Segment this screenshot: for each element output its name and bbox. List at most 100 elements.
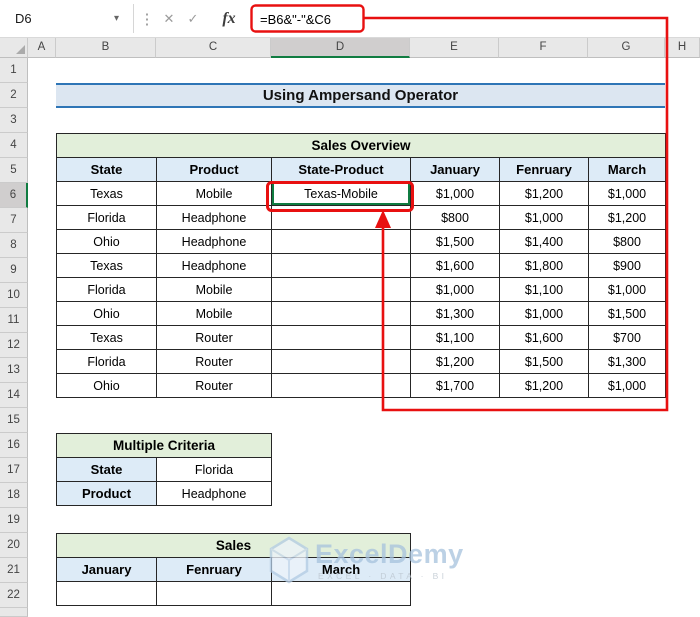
cell-c6[interactable]: Mobile: [156, 181, 272, 206]
cell-e11[interactable]: $1,300: [410, 301, 500, 326]
row-header-16[interactable]: 16: [0, 433, 28, 458]
header-january[interactable]: January: [410, 157, 500, 182]
header-state[interactable]: State: [56, 157, 157, 182]
row-header-9[interactable]: 9: [0, 258, 28, 283]
sales-header-january[interactable]: January: [56, 557, 157, 582]
name-box[interactable]: D6 ▾: [6, 5, 128, 32]
criteria-title[interactable]: Multiple Criteria: [55, 433, 273, 458]
cell-g8[interactable]: $800: [587, 229, 667, 254]
row-header-21[interactable]: 21: [0, 558, 28, 583]
cell-f8[interactable]: $1,400: [499, 229, 589, 254]
cell-f7[interactable]: $1,000: [499, 205, 589, 230]
row-header-5[interactable]: 5: [0, 158, 28, 183]
cell-e7[interactable]: $800: [410, 205, 500, 230]
cell-c9[interactable]: Headphone: [156, 253, 272, 278]
cell-d10[interactable]: [271, 277, 411, 302]
select-all-corner[interactable]: [0, 38, 28, 58]
cell-b12[interactable]: Texas: [56, 325, 157, 350]
cell-g6[interactable]: $1,000: [587, 181, 667, 206]
cell-f6[interactable]: $1,200: [499, 181, 589, 206]
header-march[interactable]: March: [587, 157, 667, 182]
cell-d8[interactable]: [271, 229, 411, 254]
cell-g9[interactable]: $900: [587, 253, 667, 278]
cell-d14[interactable]: [271, 373, 411, 398]
formula-input[interactable]: =B6&"-"&C6: [260, 0, 331, 38]
cell-b9[interactable]: Texas: [56, 253, 157, 278]
cell-g12[interactable]: $700: [587, 325, 667, 350]
cell-b13[interactable]: Florida: [56, 349, 157, 374]
cell-b7[interactable]: Florida: [56, 205, 157, 230]
column-header-f[interactable]: F: [499, 38, 588, 58]
cell-c7[interactable]: Headphone: [156, 205, 272, 230]
criteria-product-value[interactable]: Headphone: [155, 481, 273, 506]
criteria-state-value[interactable]: Florida: [155, 457, 273, 482]
cell-g11[interactable]: $1,500: [587, 301, 667, 326]
row-header-8[interactable]: 8: [0, 233, 28, 258]
column-header-g[interactable]: G: [588, 38, 665, 58]
row-header-18[interactable]: 18: [0, 483, 28, 508]
cancel-icon[interactable]: ✕: [158, 0, 180, 38]
column-header-d[interactable]: D: [271, 38, 410, 58]
cell-c22[interactable]: [156, 581, 272, 606]
criteria-state-label[interactable]: State: [56, 457, 157, 482]
row-header-partial[interactable]: [0, 608, 28, 617]
row-header-13[interactable]: 13: [0, 358, 28, 383]
row-header-11[interactable]: 11: [0, 308, 28, 333]
cell-f12[interactable]: $1,600: [499, 325, 589, 350]
cell-e9[interactable]: $1,600: [410, 253, 500, 278]
cell-g10[interactable]: $1,000: [587, 277, 667, 302]
table-title[interactable]: Sales Overview: [55, 133, 667, 158]
cell-e13[interactable]: $1,200: [410, 349, 500, 374]
row-header-7[interactable]: 7: [0, 208, 28, 233]
cell-g14[interactable]: $1,000: [587, 373, 667, 398]
insert-function-icon[interactable]: fx: [214, 0, 244, 38]
cell-g7[interactable]: $1,200: [587, 205, 667, 230]
cell-d12[interactable]: [271, 325, 411, 350]
row-header-10[interactable]: 10: [0, 283, 28, 308]
sales-header-march[interactable]: March: [270, 557, 412, 582]
row-header-12[interactable]: 12: [0, 333, 28, 358]
cell-c13[interactable]: Router: [156, 349, 272, 374]
cell-f14[interactable]: $1,200: [499, 373, 589, 398]
cell-e14[interactable]: $1,700: [410, 373, 500, 398]
cell-d22[interactable]: [270, 581, 412, 606]
row-header-2[interactable]: 2: [0, 83, 28, 108]
cell-f9[interactable]: $1,800: [499, 253, 589, 278]
worksheet-title[interactable]: Using Ampersand Operator: [56, 83, 665, 108]
column-header-a[interactable]: A: [28, 38, 56, 58]
header-state-product[interactable]: State-Product: [271, 157, 411, 182]
cell-d13[interactable]: [271, 349, 411, 374]
row-header-3[interactable]: 3: [0, 108, 28, 133]
cell-f10[interactable]: $1,100: [499, 277, 589, 302]
cell-c8[interactable]: Headphone: [156, 229, 272, 254]
cell-e6[interactable]: $1,000: [410, 181, 500, 206]
cell-e10[interactable]: $1,000: [410, 277, 500, 302]
cell-d11[interactable]: [271, 301, 411, 326]
row-header-17[interactable]: 17: [0, 458, 28, 483]
cell-d9[interactable]: [271, 253, 411, 278]
cell-d7[interactable]: [271, 205, 411, 230]
cell-f13[interactable]: $1,500: [499, 349, 589, 374]
column-header-h[interactable]: H: [665, 38, 700, 58]
row-header-20[interactable]: 20: [0, 533, 28, 558]
cell-f11[interactable]: $1,000: [499, 301, 589, 326]
sales-header-fenruary[interactable]: Fenruary: [156, 557, 272, 582]
row-header-4[interactable]: 4: [0, 133, 28, 158]
row-header-22[interactable]: 22: [0, 583, 28, 608]
cell-c14[interactable]: Router: [156, 373, 272, 398]
row-header-1[interactable]: 1: [0, 58, 28, 83]
more-vertical-icon[interactable]: ⋮: [136, 0, 158, 38]
row-header-14[interactable]: 14: [0, 383, 28, 408]
cell-d6-active[interactable]: Texas-Mobile: [271, 181, 411, 206]
sales-title[interactable]: Sales: [55, 533, 412, 558]
cell-c10[interactable]: Mobile: [156, 277, 272, 302]
row-header-19[interactable]: 19: [0, 508, 28, 533]
column-header-c[interactable]: C: [156, 38, 271, 58]
cell-c11[interactable]: Mobile: [156, 301, 272, 326]
cell-b8[interactable]: Ohio: [56, 229, 157, 254]
cell-b10[interactable]: Florida: [56, 277, 157, 302]
cell-e12[interactable]: $1,100: [410, 325, 500, 350]
cell-b11[interactable]: Ohio: [56, 301, 157, 326]
row-header-6[interactable]: 6: [0, 183, 28, 208]
cell-b14[interactable]: Ohio: [56, 373, 157, 398]
